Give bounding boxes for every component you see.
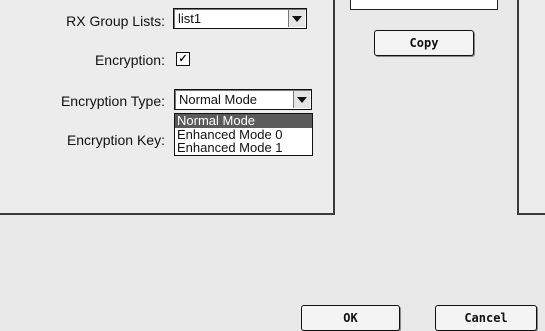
checkmark-icon: ✓ <box>178 53 188 65</box>
dropdown-option-enhanced-mode-0[interactable]: Enhanced Mode 0 <box>175 127 312 142</box>
encryption-label: Encryption: <box>94 52 165 68</box>
encryption-type-value: Normal Mode <box>179 92 258 107</box>
encryption-key-label: Encryption Key: <box>66 132 165 148</box>
dropdown-option-enhanced-mode-1[interactable]: Enhanced Mode 1 <box>175 141 312 155</box>
encryption-checkbox[interactable]: ✓ <box>176 52 190 66</box>
cancel-button[interactable]: Cancel <box>435 305 537 331</box>
chevron-down-icon[interactable] <box>293 91 310 108</box>
encryption-type-select[interactable]: Normal Mode <box>174 89 312 110</box>
right-panel-edge <box>517 0 545 215</box>
dropdown-option-normal-mode[interactable]: Normal Mode <box>175 114 312 128</box>
encryption-type-dropdown: Normal Mode Enhanced Mode 0 Enhanced Mod… <box>174 113 313 156</box>
rx-group-lists-label: RX Group Lists: <box>66 13 165 29</box>
encryption-type-label: Encryption Type: <box>60 93 165 109</box>
rx-group-lists-value: list1 <box>178 11 202 26</box>
top-field-partial <box>350 0 498 10</box>
rx-group-lists-select[interactable]: list1 <box>173 8 307 29</box>
ok-button[interactable]: OK <box>301 305 400 331</box>
chevron-down-icon[interactable] <box>288 10 305 27</box>
copy-button[interactable]: Copy <box>374 30 474 56</box>
